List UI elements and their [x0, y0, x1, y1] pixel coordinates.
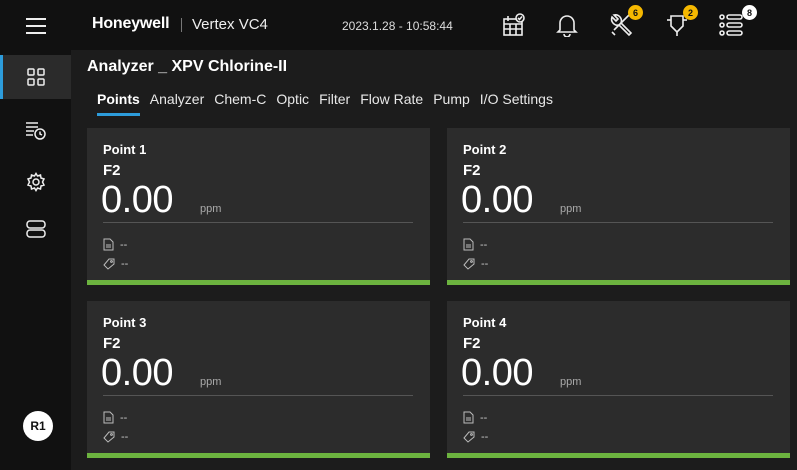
card-divider	[103, 222, 413, 223]
status-bar	[87, 280, 430, 285]
point-name: Point 3	[103, 315, 147, 330]
gear-icon	[26, 172, 45, 192]
list-clock-icon	[25, 122, 46, 140]
point-reading: 0.00	[461, 352, 533, 394]
settings-nav-button[interactable]	[0, 160, 71, 204]
tab-analyzer[interactable]: Analyzer	[145, 91, 209, 107]
history-nav-button[interactable]	[0, 108, 71, 152]
card-divider	[103, 395, 413, 396]
page-title: Analyzer _ XPV Chlorine-II	[87, 58, 288, 75]
calendar-check-icon	[503, 13, 525, 36]
product-name: Vertex VC4	[192, 16, 268, 33]
point-name: Point 2	[463, 142, 507, 157]
point-file-row: --	[463, 411, 487, 424]
point-tag-row: --	[103, 431, 128, 443]
point-name: Point 1	[103, 142, 147, 157]
point-card[interactable]: Point 3 F2 0.00 ppm -- --	[87, 301, 430, 458]
document-icon	[103, 411, 114, 424]
top-bar: Honeywell Vertex VC4 2023.1.28 - 10:58:4…	[71, 0, 797, 50]
calendar-button[interactable]	[497, 8, 531, 42]
events-badge: 8	[742, 5, 757, 20]
point-unit: ppm	[200, 376, 222, 388]
point-tag-value: --	[481, 431, 489, 443]
event-list-button[interactable]: 8	[714, 5, 757, 42]
point-file-value: --	[120, 411, 128, 424]
date-time: 2023.1.28 - 10:58:44	[342, 19, 453, 33]
dashboard-nav-button[interactable]	[0, 55, 71, 99]
point-file-row: --	[103, 238, 127, 251]
point-parameter: F2	[103, 162, 121, 179]
point-card[interactable]: Point 2 F2 0.00 ppm -- --	[447, 128, 790, 285]
document-icon	[103, 238, 114, 251]
brand-logo: Honeywell	[92, 15, 170, 32]
tag-icon	[103, 258, 115, 270]
point-reading: 0.00	[101, 352, 173, 394]
user-avatar[interactable]: R1	[23, 411, 53, 441]
server-icon	[25, 220, 46, 238]
point-file-row: --	[463, 238, 487, 251]
point-tag-row: --	[463, 431, 488, 443]
point-card[interactable]: Point 1 F2 0.00 ppm -- --	[87, 128, 430, 285]
devices-nav-button[interactable]	[0, 207, 71, 251]
point-unit: ppm	[200, 203, 222, 215]
point-tag-value: --	[481, 258, 489, 270]
notifications-button[interactable]	[550, 8, 584, 42]
brand-divider	[181, 18, 182, 32]
point-name: Point 4	[463, 315, 507, 330]
point-tag-value: --	[121, 431, 129, 443]
tag-icon	[463, 431, 475, 443]
tab-points[interactable]: Points	[87, 91, 145, 116]
menu-icon[interactable]	[0, 12, 71, 40]
point-file-value: --	[120, 238, 128, 251]
point-file-value: --	[480, 411, 488, 424]
point-parameter: F2	[103, 335, 121, 352]
point-parameter: F2	[463, 335, 481, 352]
point-tag-row: --	[103, 258, 128, 270]
document-icon	[463, 411, 474, 424]
point-parameter: F2	[463, 162, 481, 179]
point-unit: ppm	[560, 376, 582, 388]
tab-pump[interactable]: Pump	[428, 91, 475, 107]
point-card[interactable]: Point 4 F2 0.00 ppm -- --	[447, 301, 790, 458]
point-tag-value: --	[121, 258, 129, 270]
card-divider	[463, 222, 773, 223]
tools-badge: 6	[628, 5, 643, 20]
card-divider	[463, 395, 773, 396]
tab-filter[interactable]: Filter	[314, 91, 355, 107]
point-tag-row: --	[463, 258, 488, 270]
point-file-row: --	[103, 411, 127, 424]
tab-chem-c[interactable]: Chem-C	[209, 91, 271, 107]
maintenance-button[interactable]: 6	[605, 5, 643, 42]
sensor-status-button[interactable]: 2	[660, 5, 698, 42]
tab-flow-rate[interactable]: Flow Rate	[355, 91, 428, 107]
status-bar	[87, 453, 430, 458]
sensor-badge: 2	[683, 5, 698, 20]
status-bar	[447, 280, 790, 285]
list-icon	[719, 14, 743, 36]
tab-optic[interactable]: Optic	[271, 91, 314, 107]
point-reading: 0.00	[101, 179, 173, 221]
point-reading: 0.00	[461, 179, 533, 221]
tag-icon	[103, 431, 115, 443]
point-file-value: --	[480, 238, 488, 251]
point-unit: ppm	[560, 203, 582, 215]
status-bar	[447, 453, 790, 458]
tab-bar: Points Analyzer Chem-C Optic Filter Flow…	[87, 91, 558, 116]
tag-icon	[463, 258, 475, 270]
document-icon	[463, 238, 474, 251]
tab-io-settings[interactable]: I/O Settings	[475, 91, 558, 107]
grid-icon	[26, 68, 45, 86]
side-nav: R1	[0, 0, 71, 470]
bell-icon	[556, 15, 578, 37]
